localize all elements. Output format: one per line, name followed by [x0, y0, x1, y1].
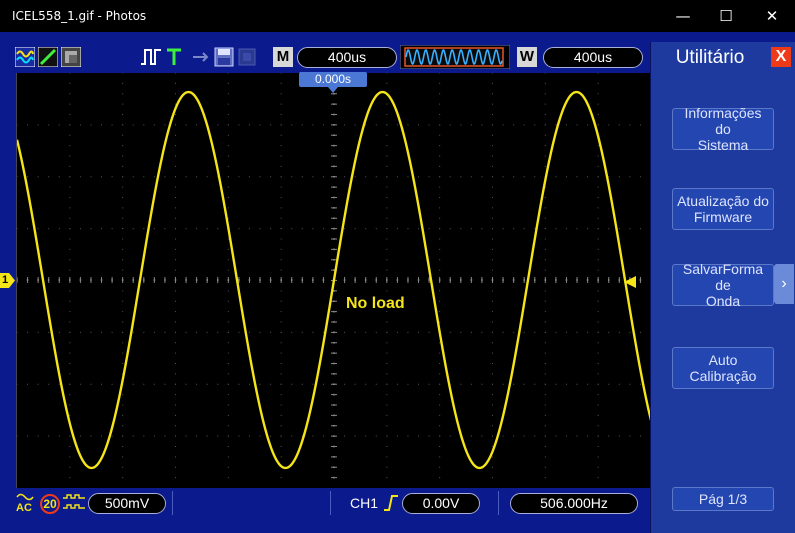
display-mode-icon[interactable]: [15, 47, 35, 67]
menu-item-auto-calibration[interactable]: Auto Calibração: [672, 347, 774, 389]
menu-item-save-waveform[interactable]: SalvarForma de Onda: [672, 261, 774, 309]
status-separator: [172, 491, 173, 515]
rising-edge-icon: [384, 495, 398, 511]
trigger-status-icon: [167, 48, 181, 65]
menu-item-label: Atualização do: [677, 193, 769, 209]
window-badge: W: [517, 47, 537, 67]
probe-icon: [63, 494, 85, 509]
menu-item-label: SalvarForma de: [682, 261, 764, 293]
menu-item-label: Auto: [708, 352, 738, 368]
usb-icon: [193, 52, 209, 62]
minimize-button[interactable]: —: [660, 0, 706, 32]
waveform-plot: [15, 72, 653, 479]
network-icon: [238, 48, 256, 66]
pulse-trigger-icon[interactable]: [140, 47, 162, 67]
save-icon[interactable]: [214, 47, 234, 67]
trigger-level-marker[interactable]: [624, 276, 636, 288]
ch1-marker-label: 1: [2, 274, 9, 286]
menu-item-label: Firmware: [693, 209, 753, 225]
vectors-icon[interactable]: [38, 47, 58, 67]
coupling-label: AC: [16, 502, 32, 514]
frequency-readout: 506.000Hz: [510, 493, 638, 514]
window-titlebar: ICEL558_1.gif - Photos — ☐ ✕: [0, 0, 795, 32]
menu-item-label: Informações do: [684, 105, 762, 137]
menu-item-label: Sistema: [697, 137, 749, 153]
waveform-screen[interactable]: [15, 72, 653, 488]
volts-div-readout[interactable]: 500mV: [88, 493, 166, 514]
menu-item-firmware-update[interactable]: Atualização do Firmware: [672, 188, 774, 230]
bandwidth-limit-badge[interactable]: 20: [40, 494, 60, 514]
annotation-text: No load: [346, 295, 405, 312]
mode-badge: M: [273, 47, 293, 67]
trigger-position-arrow: [328, 87, 338, 93]
menu-item-label: Calibração: [689, 368, 757, 384]
maximize-button[interactable]: ☐: [703, 0, 749, 32]
status-separator: [498, 491, 499, 515]
trigger-position-tag[interactable]: 0.000s: [299, 72, 367, 87]
close-window-button[interactable]: ✕: [749, 0, 795, 32]
ac-coupling-icon: [16, 493, 34, 501]
persistence-icon[interactable]: [61, 47, 81, 67]
waveform-overview[interactable]: [400, 45, 510, 69]
status-separator: [330, 491, 331, 515]
menu-item-system-info[interactable]: Informações do Sistema: [672, 105, 774, 153]
menu-page-button[interactable]: Pág 1/3: [672, 487, 774, 511]
window-timebase-readout[interactable]: 400us: [543, 47, 643, 68]
menu-title: Utilitário: [675, 47, 745, 68]
trigger-level-readout[interactable]: 0.00V: [402, 493, 480, 514]
timebase-readout[interactable]: 400us: [297, 47, 397, 68]
menu-item-label: Onda: [705, 293, 741, 309]
trigger-source-label: CH1: [350, 495, 379, 511]
graticule: [16, 72, 642, 479]
window-title: ICEL558_1.gif - Photos: [12, 9, 147, 23]
menu-close-button[interactable]: X: [771, 47, 791, 67]
submenu-chevron-right-icon[interactable]: ›: [774, 264, 794, 304]
